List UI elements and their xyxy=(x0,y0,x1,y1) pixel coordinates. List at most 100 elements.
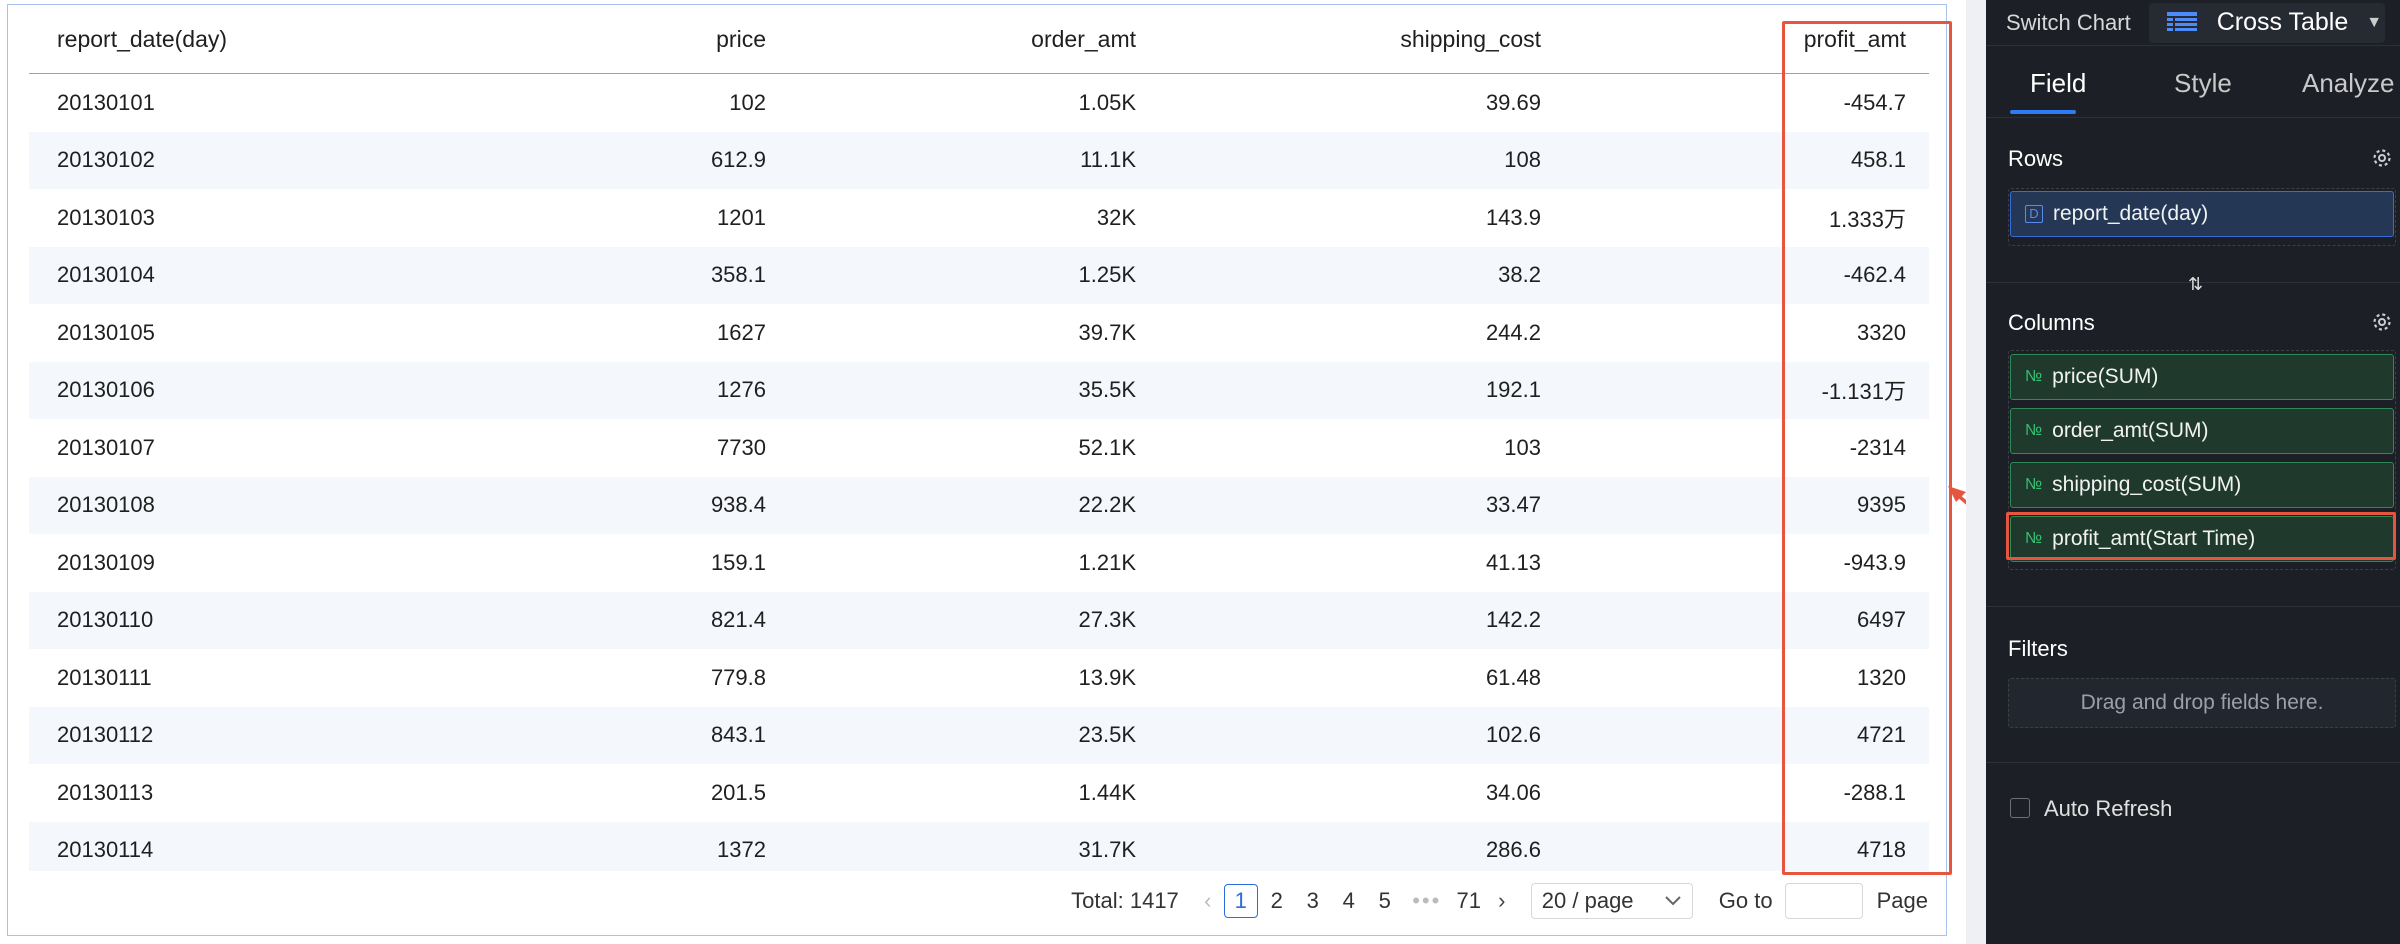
filters-title: Filters xyxy=(2008,636,2068,661)
header-price[interactable]: price xyxy=(539,26,766,53)
more-pages-ellipsis[interactable]: ••• xyxy=(1403,888,1451,914)
field-label: report_date(day) xyxy=(2053,202,2209,225)
pagination: Total: 1417 ‹ 1 2 3 4 5 ••• 71 › 20 / pa… xyxy=(1071,883,1928,919)
table-row[interactable]: 20130110 821.4 27.3K 142.2 6497 xyxy=(29,591,1929,649)
goto-page-input[interactable] xyxy=(1784,883,1863,919)
next-page-icon[interactable]: › xyxy=(1487,888,1517,914)
field-label: order_amt(SUM) xyxy=(2052,419,2209,442)
cell-price: 1276 xyxy=(717,377,766,403)
cell-profit-amt: 458.1 xyxy=(1850,147,1906,173)
gear-icon[interactable] xyxy=(2370,146,2394,170)
table-row[interactable]: 20130102 612.9 11.1K 108 458.1 xyxy=(29,131,1929,189)
cell-profit-amt: 4718 xyxy=(1857,837,1906,863)
cell-order-amt: 27.3K xyxy=(1078,607,1137,633)
table-row[interactable]: 20130113 201.5 1.44K 34.06 -288.1 xyxy=(29,764,1929,822)
page-last[interactable]: 71 xyxy=(1452,884,1486,918)
cell-report-date: 20130103 xyxy=(57,204,155,230)
active-tab-indicator xyxy=(2010,110,2076,114)
table-row[interactable]: 20130107 7730 52.1K 103 -2314 xyxy=(29,419,1929,477)
switch-chart-bar: Switch Chart Cross Table ▼ xyxy=(1986,0,2400,46)
cell-profit-amt: 1320 xyxy=(1857,664,1906,690)
cell-report-date: 20130101 xyxy=(57,89,155,115)
page-4[interactable]: 4 xyxy=(1332,884,1366,918)
page-size-select[interactable]: 20 / page xyxy=(1530,883,1693,919)
measure-icon: № xyxy=(2025,368,2043,385)
table-row[interactable]: 20130109 159.1 1.21K 41.13 -943.9 xyxy=(29,534,1929,592)
table-row[interactable]: 20130112 843.1 23.5K 102.6 4721 xyxy=(29,706,1929,764)
cell-profit-amt: 3320 xyxy=(1857,319,1906,345)
gear-icon[interactable] xyxy=(2370,310,2394,334)
cell-price: 1372 xyxy=(717,837,766,863)
cell-report-date: 20130106 xyxy=(57,377,155,403)
cell-profit-amt: 9395 xyxy=(1857,492,1906,518)
cell-profit-amt: -943.9 xyxy=(1843,549,1906,575)
cell-order-amt: 23.5K xyxy=(1078,722,1137,748)
table-row[interactable]: 20130106 1276 35.5K 192.1 -1.131万 xyxy=(29,361,1929,419)
tab-style[interactable]: Style xyxy=(2174,68,2232,99)
auto-refresh-checkbox[interactable] xyxy=(2010,798,2030,818)
page-2[interactable]: 2 xyxy=(1260,884,1294,918)
divider xyxy=(1986,762,2400,763)
cell-shipping-cost: 143.9 xyxy=(1485,204,1541,230)
columns-field-order-amt[interactable]: № order_amt(SUM) xyxy=(2010,408,2394,454)
prev-page-icon[interactable]: ‹ xyxy=(1193,888,1223,914)
cell-price: 159.1 xyxy=(710,549,766,575)
config-sidebar: Switch Chart Cross Table ▼ Field Style A… xyxy=(1986,0,2400,944)
cell-profit-amt: 6497 xyxy=(1857,607,1906,633)
cell-order-amt: 1.21K xyxy=(1078,549,1137,575)
tab-analyze[interactable]: Analyze xyxy=(2302,68,2395,99)
chart-type-select[interactable]: Cross Table ▼ xyxy=(2148,2,2385,43)
caret-down-icon: ▼ xyxy=(2366,13,2383,31)
header-order-amt[interactable]: order_amt xyxy=(766,26,1136,53)
columns-field-shipping-cost[interactable]: № shipping_cost(SUM) xyxy=(2010,462,2394,508)
cell-order-amt: 1.05K xyxy=(1078,89,1137,115)
table-row[interactable]: 20130114 1372 31.7K 286.6 4718 xyxy=(29,821,1929,871)
rows-field-report-date[interactable]: D report_date(day) xyxy=(2010,191,2394,237)
cell-order-amt: 11.1K xyxy=(1080,147,1136,173)
measure-icon: № xyxy=(2025,476,2043,493)
header-report-date[interactable]: report_date(day) xyxy=(29,26,539,53)
cell-order-amt: 22.2K xyxy=(1078,492,1137,518)
tab-field[interactable]: Field xyxy=(2030,68,2086,99)
page-3[interactable]: 3 xyxy=(1296,884,1330,918)
header-shipping-cost[interactable]: shipping_cost xyxy=(1136,26,1541,53)
dimension-icon: D xyxy=(2025,205,2043,223)
cell-price: 102 xyxy=(729,89,766,115)
cell-price: 843.1 xyxy=(710,722,766,748)
table-row[interactable]: 20130105 1627 39.7K 244.2 3320 xyxy=(29,304,1929,362)
swap-rows-columns-icon[interactable]: ⇅ xyxy=(2188,274,2203,295)
columns-title: Columns xyxy=(2008,310,2095,335)
config-tabs: Field Style Analyze xyxy=(1986,46,2400,118)
table-row[interactable]: 20130104 358.1 1.25K 38.2 -462.4 xyxy=(29,246,1929,304)
table-row[interactable]: 20130101 102 1.05K 39.69 -454.7 xyxy=(29,74,1929,132)
cell-price: 1627 xyxy=(717,319,766,345)
table-row[interactable]: 20130111 779.8 13.9K 61.48 1320 xyxy=(29,649,1929,707)
chart-type-value: Cross Table xyxy=(2216,8,2349,36)
panel-splitter[interactable] xyxy=(1966,0,1986,944)
goto-label: Go to xyxy=(1718,888,1773,913)
cell-shipping-cost: 39.69 xyxy=(1485,89,1541,115)
table-header-row: report_date(day) price order_amt shippin… xyxy=(29,5,1929,74)
columns-field-profit-amt[interactable]: № profit_amt(Start Time) xyxy=(2010,516,2394,562)
table-row[interactable]: 20130103 1201 32K 143.9 1.333万 xyxy=(29,189,1929,247)
header-profit-amt[interactable]: profit_amt xyxy=(1541,26,1906,53)
table-row[interactable]: 20130108 938.4 22.2K 33.47 9395 xyxy=(29,476,1929,534)
cell-profit-amt: -288.1 xyxy=(1843,779,1906,805)
cell-profit-amt: -1.131万 xyxy=(1821,379,1906,405)
filters-dropzone[interactable]: Drag and drop fields here. xyxy=(2008,678,2396,728)
auto-refresh-label[interactable]: Auto Refresh xyxy=(2044,796,2172,822)
cell-order-amt: 52.1K xyxy=(1078,434,1137,460)
cell-report-date: 20130112 xyxy=(57,722,154,748)
cell-shipping-cost: 192.1 xyxy=(1485,377,1541,403)
cell-report-date: 20130105 xyxy=(57,319,155,345)
cell-report-date: 20130104 xyxy=(57,262,155,288)
cell-profit-amt: 4721 xyxy=(1857,722,1906,748)
cell-shipping-cost: 102.6 xyxy=(1485,722,1541,748)
cell-report-date: 20130108 xyxy=(57,492,155,518)
cell-order-amt: 35.5K xyxy=(1078,377,1137,403)
table-chart-icon xyxy=(2166,11,2197,31)
cell-profit-amt: -462.4 xyxy=(1843,262,1906,288)
page-5[interactable]: 5 xyxy=(1368,884,1402,918)
columns-field-price[interactable]: № price(SUM) xyxy=(2010,354,2394,400)
page-1[interactable]: 1 xyxy=(1223,884,1258,918)
